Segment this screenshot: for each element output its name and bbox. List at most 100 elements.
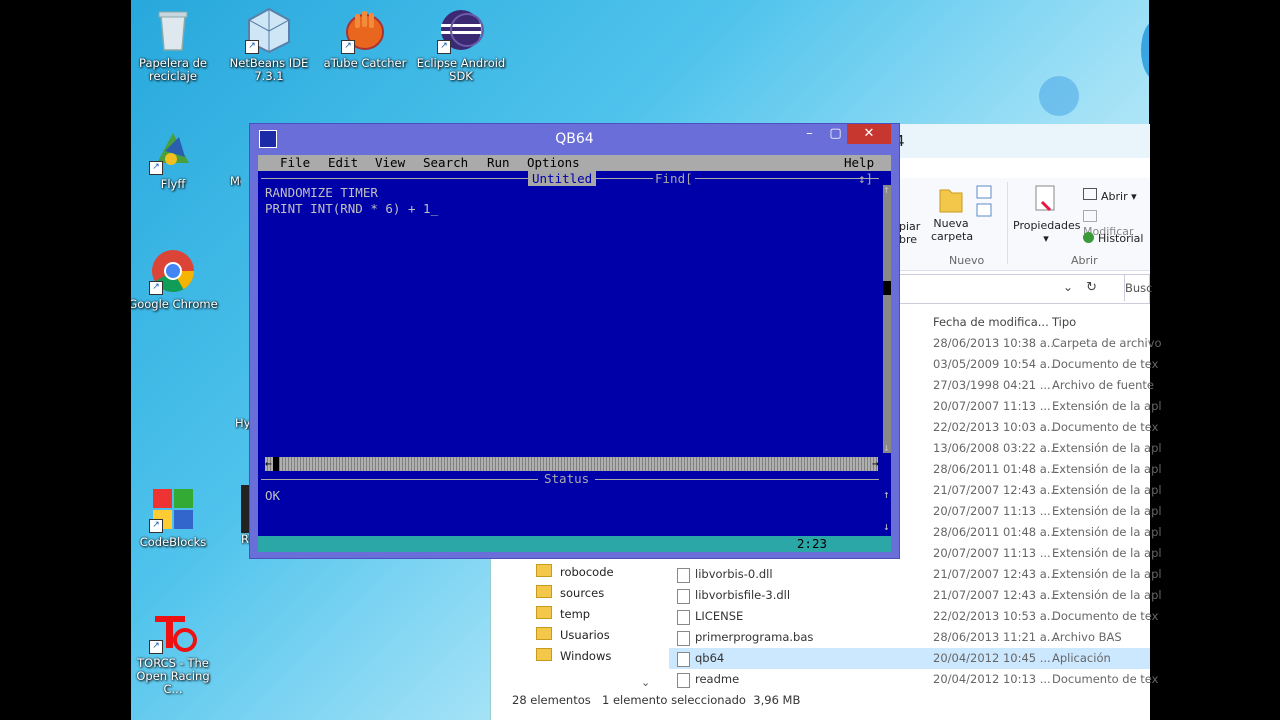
close-button[interactable]: ✕ <box>847 124 891 144</box>
folder-icon <box>536 648 552 661</box>
menu-options[interactable]: Options <box>527 155 580 171</box>
find-field[interactable]: Find[ <box>653 171 695 186</box>
qb64-console: File Edit View Search Run Options Help U… <box>258 155 891 552</box>
file-date: 27/03/1998 04:21 ... <box>933 378 1051 392</box>
file-type: Documento de tex <box>1052 609 1159 623</box>
desktop-icon-label: TORCS - The Open Racing C... <box>136 656 210 696</box>
tree-item[interactable]: Usuarios <box>536 625 610 646</box>
menu-search[interactable]: Search <box>423 155 468 171</box>
tree-item-label: sources <box>560 586 605 600</box>
editor-vertical-scrollbar[interactable] <box>883 185 891 453</box>
file-row[interactable]: qb64 20/04/2012 10:45 ... Aplicación <box>669 648 1150 669</box>
folder-icon <box>536 606 552 619</box>
file-type: Extensión de la apl <box>1052 588 1162 602</box>
copy-label: piar <box>899 220 921 233</box>
ribbon-separator <box>1007 182 1008 264</box>
desktop-icon-label: Papelera de reciclaje <box>139 56 207 83</box>
file-icon <box>677 673 690 688</box>
file-name: readme <box>695 672 740 686</box>
wallpaper-bubble <box>1141 20 1149 80</box>
file-icon <box>677 589 690 604</box>
tree-item-label: robocode <box>560 565 614 579</box>
open-label: Abrir <box>1101 190 1128 203</box>
status-scroll-up-icon[interactable]: ↑ <box>883 489 890 500</box>
file-title-tab: Untitled <box>528 171 597 186</box>
group-label-new: Nuevo <box>949 254 985 267</box>
file-type: Aplicación <box>1052 651 1111 665</box>
code-line: RANDOMIZE TIMER <box>265 185 378 200</box>
file-icon <box>677 610 690 625</box>
tree-item[interactable]: temp <box>536 604 590 625</box>
properties-icon <box>1035 185 1055 212</box>
status-label: Status <box>538 471 596 486</box>
shortcut-arrow-icon: ↗ <box>149 640 163 654</box>
edit-icon <box>1083 210 1097 222</box>
menu-help[interactable]: Help <box>844 155 874 171</box>
qb64-titlebar[interactable]: QB64 – ▢ ✕ <box>250 124 899 154</box>
desktop-icon-recycle-bin[interactable]: Papelera de reciclaje <box>131 6 218 83</box>
find-toggle-button[interactable]: ↕] <box>858 171 873 186</box>
shortcut-arrow-icon: ↗ <box>245 40 259 54</box>
maximize-button[interactable]: ▢ <box>822 124 849 144</box>
new-folder-button[interactable]: Nueva carpeta <box>931 184 973 243</box>
minimize-button[interactable]: – <box>796 124 823 144</box>
menu-run[interactable]: Run <box>487 155 510 171</box>
scroll-right-icon[interactable]: → <box>872 458 879 469</box>
file-type: Extensión de la apl <box>1052 462 1162 476</box>
desktop-icon-atube-catcher[interactable]: ↗ aTube Catcher <box>320 6 410 70</box>
cursor-position: 2:23 <box>796 536 827 551</box>
column-header-type[interactable]: Tipo <box>1052 312 1076 333</box>
desktop-icon-netbeans[interactable]: ↗ NetBeans IDE 7.3.1 <box>224 6 314 83</box>
search-input[interactable]: Busc <box>1124 275 1153 301</box>
copy-label-2: bre <box>899 233 918 246</box>
properties-button[interactable]: Propiedades ▾ <box>1013 184 1080 245</box>
scroll-left-icon[interactable]: ← <box>265 458 272 469</box>
file-type: Documento de tex <box>1052 357 1159 371</box>
editor-horizontal-scrollbar[interactable] <box>265 457 878 471</box>
menu-edit[interactable]: Edit <box>328 155 358 171</box>
desktop-icon-google-chrome[interactable]: ↗ Google Chrome <box>131 247 218 311</box>
desktop-icon-eclipse[interactable]: ↗ Eclipse Android SDK <box>416 6 506 83</box>
tree-item[interactable]: robocode <box>536 562 614 583</box>
file-row[interactable]: LICENSE 22/02/2013 10:53 a... Documento de… <box>669 606 1159 627</box>
menu-file[interactable]: File <box>280 155 310 171</box>
menu-view[interactable]: View <box>375 155 405 171</box>
file-type: Archivo BAS <box>1052 630 1122 644</box>
group-label-open: Abrir <box>1071 254 1098 267</box>
file-row[interactable]: libvorbisfile-3.dll 21/07/2007 12:43 a...… <box>669 585 1162 606</box>
file-row[interactable]: primerprograma.bas 28/06/2013 11:21 a... A… <box>669 627 1150 648</box>
file-name: libvorbisfile-3.dll <box>695 588 791 602</box>
atube-catcher-icon: ↗ <box>341 6 389 54</box>
scroll-thumb[interactable] <box>883 281 891 295</box>
history-button[interactable]: Historial <box>1083 232 1143 245</box>
scroll-down-icon[interactable]: ↓ <box>883 442 890 453</box>
shortcut-arrow-icon: ↗ <box>149 161 163 175</box>
open-button[interactable]: Abrir ▾ <box>1083 188 1137 203</box>
column-header-date[interactable]: Fecha de modifica... <box>933 312 1049 333</box>
desktop-icon-torcs[interactable]: ↗ TORCS - The Open Racing C... <box>131 606 218 696</box>
tree-scroll-down-icon[interactable]: ⌄ <box>641 676 650 689</box>
file-date: 20/04/2012 10:13 ... <box>933 672 1051 686</box>
refresh-icon[interactable]: ↻ <box>1086 280 1097 295</box>
file-date: 20/07/2007 11:13 ... <box>933 504 1051 518</box>
desktop-icon-label: CodeBlocks <box>139 535 207 549</box>
file-row[interactable]: readme 20/04/2012 10:13 ... Documento de t… <box>669 669 1159 690</box>
file-row[interactable]: libvorbis-0.dll 21/07/2007 12:43 a... Exte… <box>669 564 1162 585</box>
desktop-icon-codeblocks[interactable]: ↗ CodeBlocks <box>131 485 218 549</box>
new-item-icons[interactable] <box>975 184 999 223</box>
desktop-icon-mo[interactable]: Mo <box>201 127 241 188</box>
status-scroll-down-icon[interactable]: ↓ <box>883 521 890 532</box>
tree-item[interactable]: sources <box>536 583 604 604</box>
copy-path-button-partial[interactable]: piar bre <box>899 220 920 246</box>
address-bar[interactable]: ⌄ ↻ Busc <box>899 274 1153 304</box>
scroll-up-icon[interactable]: ↑ <box>883 184 890 195</box>
file-date: 20/07/2007 11:13 ... <box>933 399 1051 413</box>
scroll-thumb[interactable] <box>273 457 279 471</box>
chevron-down-icon[interactable]: ⌄ <box>1063 280 1073 294</box>
tree-item[interactable]: Windows <box>536 646 611 667</box>
desktop-icon-label: Mo <box>230 174 241 188</box>
code-editor[interactable]: RANDOMIZE TIMER PRINT INT(RND * 6) + 1_ <box>265 185 438 217</box>
file-date: 28/06/2011 01:48 a... <box>933 462 1058 476</box>
desktop-icon-label: Google Chrome <box>131 297 218 311</box>
file-date: 21/07/2007 12:43 a... <box>933 567 1058 581</box>
